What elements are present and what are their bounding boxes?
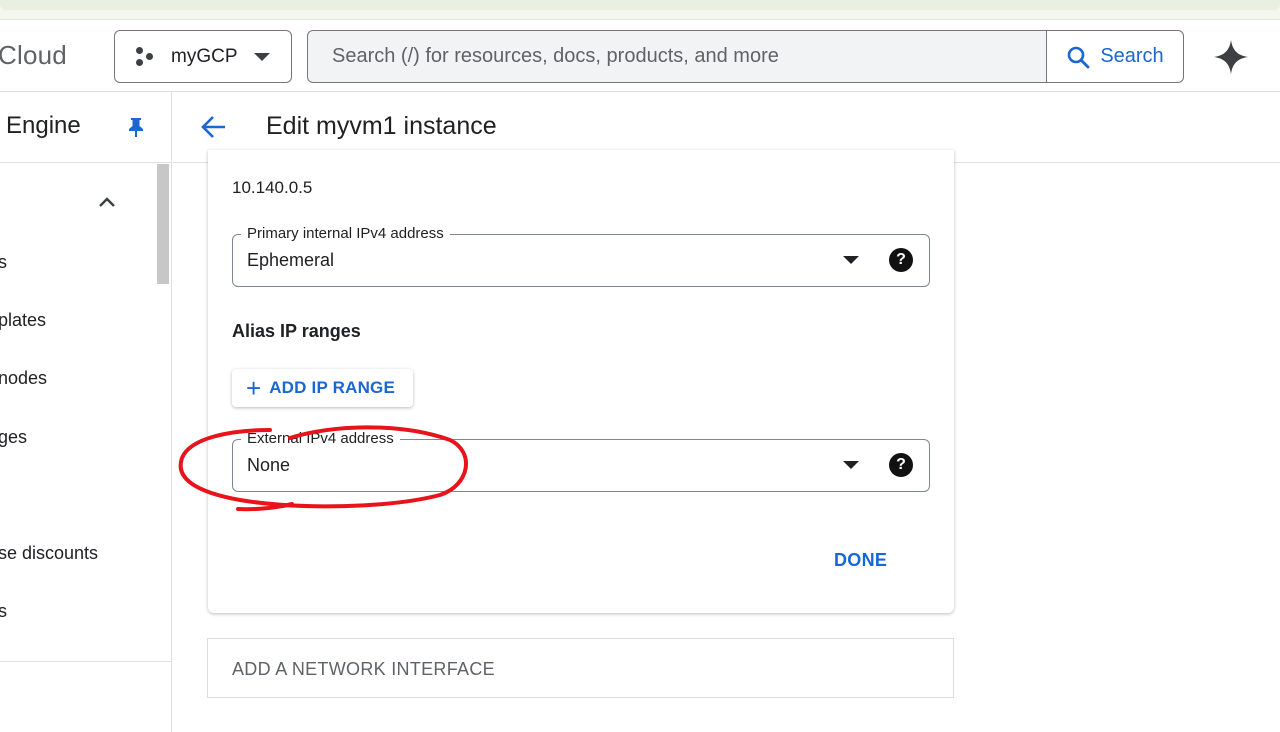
project-icon — [133, 45, 157, 69]
add-ip-range-label: ADD IP RANGE — [269, 378, 396, 397]
project-picker-button[interactable]: myGCP — [114, 30, 292, 83]
help-icon[interactable]: ? — [889, 248, 913, 272]
sidebar-item-2[interactable]: plates — [0, 310, 46, 331]
alias-ip-ranges-heading: Alias IP ranges — [232, 321, 361, 341]
search-input[interactable] — [308, 31, 1046, 82]
dropdown-arrow-icon — [843, 461, 859, 469]
help-icon[interactable]: ? — [889, 453, 913, 477]
search-button-label: Search — [1100, 45, 1164, 67]
project-name: myGCP — [171, 45, 238, 67]
external-ipv4-select[interactable]: External IPv4 address None ? — [232, 430, 930, 492]
external-ipv4-value: None — [247, 455, 291, 475]
browser-top-strip — [0, 0, 1280, 20]
add-network-interface-label: ADD A NETWORK INTERFACE — [232, 659, 495, 679]
add-network-interface-button[interactable]: ADD A NETWORK INTERFACE — [207, 638, 954, 698]
search-button[interactable]: Search — [1046, 31, 1183, 82]
primary-internal-ipv4-select[interactable]: Primary internal IPv4 address Ephemeral … — [232, 225, 930, 287]
sidebar-product-title: Engine — [6, 112, 81, 139]
sidebar-item-5[interactable]: se discounts — [0, 543, 98, 564]
sidebar-divider — [0, 162, 171, 163]
primary-internal-ipv4-value: Ephemeral — [247, 250, 335, 270]
plus-icon: + — [246, 373, 262, 403]
sidebar-scrollbar[interactable] — [157, 164, 169, 284]
network-interface-card: 10.140.0.5 Primary internal IPv4 address… — [208, 150, 954, 613]
gemini-sparkle-icon[interactable] — [1212, 38, 1250, 76]
primary-internal-ipv4-label: Primary internal IPv4 address — [241, 225, 450, 242]
dropdown-arrow-icon — [843, 256, 859, 264]
external-ipv4-label: External IPv4 address — [241, 430, 400, 447]
add-ip-range-button[interactable]: + ADD IP RANGE — [232, 369, 413, 407]
back-arrow-icon[interactable] — [199, 112, 229, 142]
done-button[interactable]: DONE — [834, 550, 887, 571]
sidebar-item-6[interactable]: s — [0, 601, 7, 622]
internal-ip-value: 10.140.0.5 — [232, 178, 313, 197]
brand-logo-text: Cloud — [0, 40, 67, 70]
page-title: Edit myvm1 instance — [266, 112, 497, 140]
chevron-down-icon — [253, 52, 270, 61]
left-sidebar: Engine s plates nodes ges se discounts s — [0, 92, 172, 732]
sidebar-item-3[interactable]: nodes — [0, 368, 47, 389]
pin-icon[interactable] — [126, 116, 146, 138]
search-bar: Search — [307, 30, 1184, 83]
search-icon — [1068, 46, 1090, 68]
sidebar-divider-bottom — [0, 661, 171, 662]
sidebar-item-1[interactable]: s — [0, 252, 7, 273]
top-header: Cloud myGCP Search — [0, 20, 1280, 92]
chevron-up-icon[interactable] — [96, 194, 118, 210]
sidebar-item-4[interactable]: ges — [0, 427, 27, 448]
